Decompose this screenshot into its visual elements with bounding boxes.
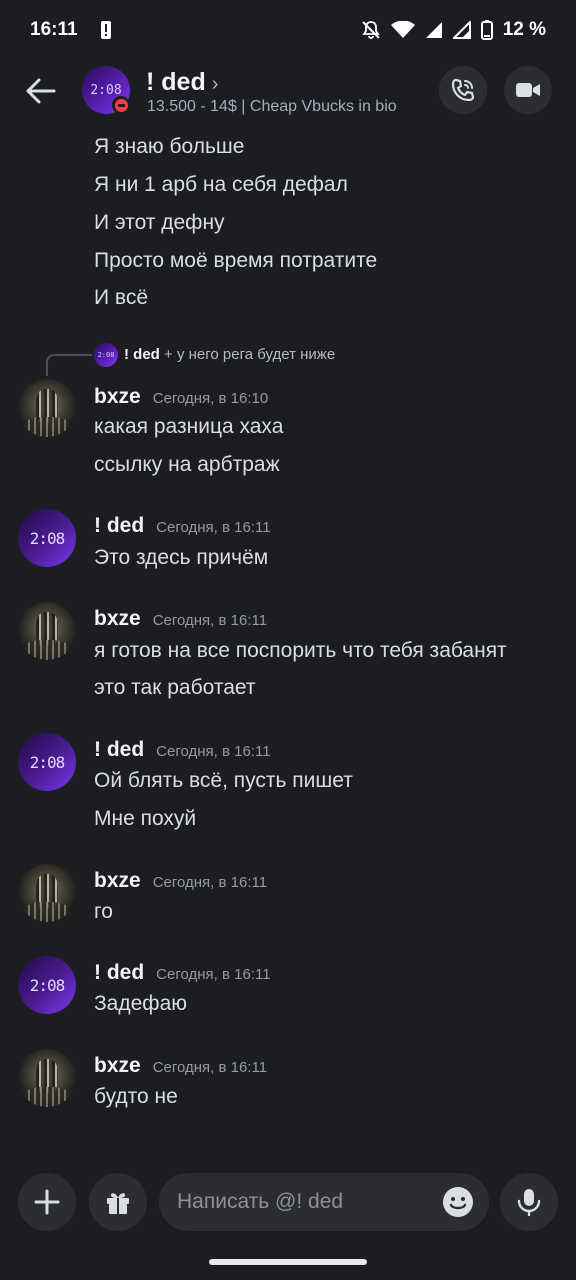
- reply-text: + у него рега будет ниже: [164, 346, 336, 363]
- dnd-icon: [112, 96, 130, 114]
- video-icon: [516, 83, 540, 97]
- timestamp: Сегодня, в 16:10: [152, 390, 269, 407]
- status-time: 16:11: [30, 19, 78, 40]
- message-header: bxze Сегодня, в 16:11: [94, 607, 267, 631]
- mute-bell-icon: [361, 20, 381, 40]
- mic-icon: [517, 1189, 541, 1217]
- message-line[interactable]: И этот дефну: [94, 211, 225, 235]
- gift-icon: [107, 1193, 129, 1214]
- avatar[interactable]: [18, 864, 76, 922]
- timestamp: Сегодня, в 16:11: [156, 966, 271, 983]
- attach-button[interactable]: [18, 1173, 76, 1231]
- message-line[interactable]: будто не: [94, 1085, 178, 1109]
- author-name[interactable]: ! ded: [94, 514, 144, 538]
- message-line[interactable]: Мне похуй: [94, 807, 196, 831]
- emoji-button[interactable]: [441, 1185, 475, 1219]
- message-line[interactable]: Ой блять всё, пусть пишет: [94, 769, 353, 793]
- video-button[interactable]: [504, 66, 552, 114]
- message-header: ! ded Сегодня, в 16:11: [94, 738, 271, 762]
- avatar[interactable]: [18, 1049, 76, 1107]
- message-header: bxze Сегодня, в 16:11: [94, 869, 267, 893]
- chat-header: 2:08 ! ded › 13.500 - 14$ | Cheap Vbucks …: [0, 60, 576, 124]
- message-line[interactable]: Просто моё время потратите: [94, 249, 377, 273]
- call-icon: [451, 78, 475, 102]
- wifi-icon: [390, 21, 415, 39]
- call-button[interactable]: [439, 66, 487, 114]
- author-name[interactable]: bxze: [94, 869, 141, 893]
- battery-icon: [480, 20, 493, 40]
- gift-button[interactable]: [89, 1173, 147, 1231]
- timestamp: Сегодня, в 16:11: [156, 743, 271, 760]
- message-line[interactable]: И всё: [94, 286, 148, 310]
- message-line[interactable]: я готов на все поспорить что тебя забаня…: [94, 639, 507, 663]
- timestamp: Сегодня, в 16:11: [152, 1059, 268, 1076]
- status-bar: 16:11 12 %: [0, 0, 576, 60]
- message-line[interactable]: Я знаю больше: [94, 135, 244, 159]
- author-name[interactable]: bxze: [94, 385, 141, 409]
- battery-percent: 12 %: [502, 19, 546, 40]
- avatar[interactable]: 2:08: [18, 956, 76, 1014]
- author-name[interactable]: ! ded: [94, 738, 144, 762]
- chevron-right-icon: ›: [211, 73, 219, 95]
- timestamp: Сегодня, в 16:11: [156, 519, 271, 536]
- back-button[interactable]: [22, 74, 60, 108]
- message-header: bxze Сегодня, в 16:11: [94, 1054, 267, 1078]
- emoji-icon: [443, 1187, 473, 1217]
- message-line[interactable]: ссылку на арбтраж: [94, 453, 280, 477]
- composer-bar: [0, 1170, 576, 1240]
- custom-status: 13.500 - 14$ | Cheap Vbucks in bio: [147, 98, 397, 115]
- signal-icon: [425, 21, 443, 39]
- timestamp: Сегодня, в 16:11: [152, 874, 268, 891]
- message-line[interactable]: Это здесь причём: [94, 546, 268, 570]
- timestamp: Сегодня, в 16:11: [152, 612, 268, 629]
- message-line[interactable]: это так работает: [94, 676, 256, 700]
- back-arrow-icon: [26, 78, 56, 104]
- message-input[interactable]: [177, 1182, 427, 1222]
- message-header: bxze Сегодня, в 16:10: [94, 385, 268, 409]
- reply-author: ! ded: [124, 346, 160, 363]
- voice-message-button[interactable]: [500, 1173, 558, 1231]
- message-composer[interactable]: [159, 1173, 489, 1231]
- reply-preview[interactable]: ! ded + у него рега будет ниже: [124, 346, 335, 363]
- author-name[interactable]: bxze: [94, 1054, 141, 1078]
- channel-name[interactable]: ! ded ›: [146, 68, 218, 97]
- message-line[interactable]: Я ни 1 арб на себя дефал: [94, 173, 348, 197]
- signal-icon: [452, 21, 471, 39]
- reply-avatar: 2:08: [94, 343, 118, 367]
- channel-name-text: ! ded: [146, 68, 206, 96]
- author-name[interactable]: bxze: [94, 607, 141, 631]
- alert-icon: [100, 20, 112, 40]
- message-line[interactable]: го: [94, 900, 113, 924]
- reply-connector: [46, 354, 92, 376]
- message-header: ! ded Сегодня, в 16:11: [94, 961, 271, 985]
- home-indicator[interactable]: [209, 1259, 367, 1265]
- message-line[interactable]: какая разница хаха: [94, 415, 283, 439]
- author-name[interactable]: ! ded: [94, 961, 144, 985]
- avatar[interactable]: [18, 602, 76, 660]
- avatar[interactable]: 2:08: [18, 733, 76, 791]
- message-header: ! ded Сегодня, в 16:11: [94, 514, 271, 538]
- message-line[interactable]: Задефаю: [94, 992, 187, 1016]
- avatar[interactable]: 2:08: [18, 509, 76, 567]
- avatar[interactable]: [18, 379, 76, 437]
- plus-icon: [34, 1189, 60, 1215]
